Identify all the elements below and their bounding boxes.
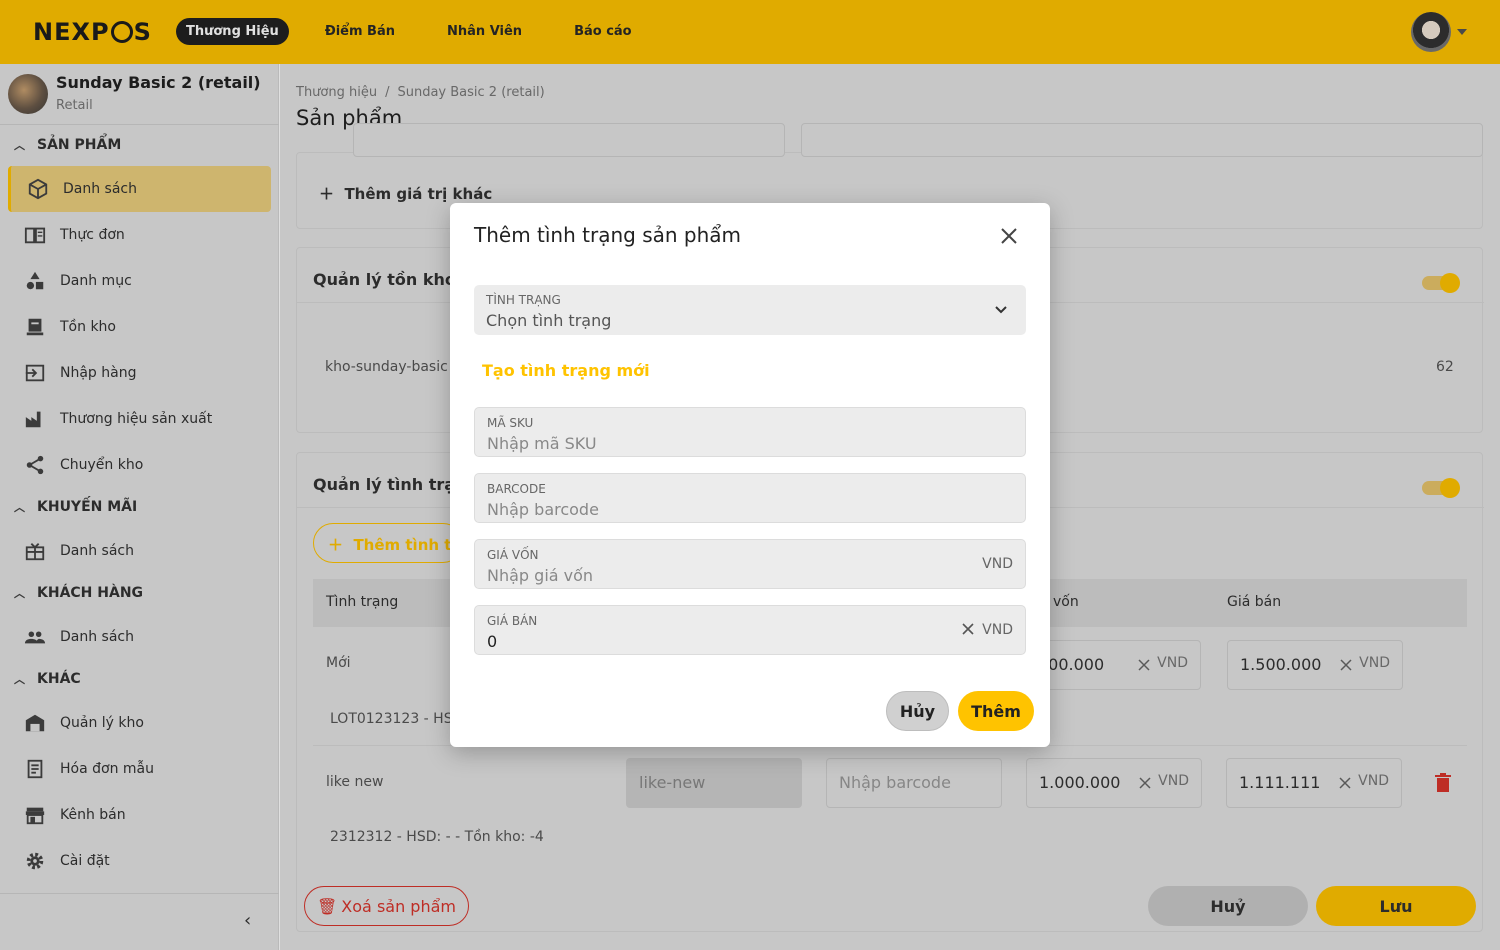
chevron-down-icon (994, 303, 1008, 317)
cost-unit: VND (982, 556, 1013, 572)
modal-title: Thêm tình trạng sản phẩm (474, 223, 742, 247)
sku-input[interactable]: Nhập mã SKU (487, 434, 597, 453)
sku-label: MÃ SKU (487, 416, 534, 430)
price-input[interactable]: 0 (487, 632, 497, 651)
cost-input[interactable]: Nhập giá vốn (487, 566, 593, 585)
sku-field[interactable]: MÃ SKU Nhập mã SKU (474, 407, 1026, 457)
barcode-input[interactable]: Nhập barcode (487, 500, 599, 519)
cost-label: GIÁ VỐN (487, 548, 539, 562)
clear-icon[interactable] (961, 622, 975, 636)
price-unit: VND (982, 622, 1013, 638)
price-label: GIÁ BÁN (487, 614, 538, 628)
create-status-link[interactable]: Tạo tình trạng mới (482, 361, 650, 380)
status-label: TÌNH TRẠNG (486, 293, 561, 307)
status-select-value: Chọn tình trạng (486, 311, 612, 330)
status-select[interactable]: TÌNH TRẠNG Chọn tình trạng (474, 285, 1026, 335)
close-icon[interactable] (998, 225, 1020, 247)
add-button[interactable]: Thêm (958, 691, 1034, 731)
barcode-field[interactable]: BARCODE Nhập barcode (474, 473, 1026, 523)
add-status-modal: Thêm tình trạng sản phẩm TÌNH TRẠNG Chọn… (450, 203, 1050, 747)
price-field[interactable]: GIÁ BÁN 0 VND (474, 605, 1026, 655)
cancel-button[interactable]: Hủy (886, 691, 949, 731)
barcode-label: BARCODE (487, 482, 546, 496)
cost-field[interactable]: GIÁ VỐN Nhập giá vốn VND (474, 539, 1026, 589)
